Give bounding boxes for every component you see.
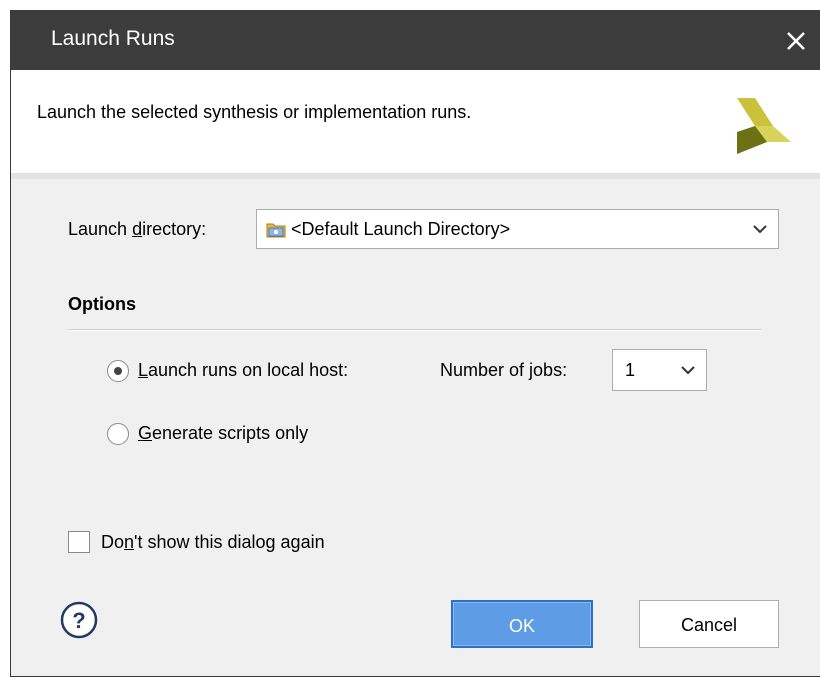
title-bar[interactable]: Launch Runs [11, 10, 820, 70]
cancel-button[interactable]: Cancel [639, 600, 779, 648]
dialog-description: Launch the selected synthesis or impleme… [37, 102, 472, 122]
svg-text:?: ? [72, 608, 85, 633]
scripts-only-radio[interactable] [107, 423, 129, 445]
launch-runs-dialog: Launch Runs Launch the selected synthesi… [10, 10, 820, 677]
dialog-body: Launch directory: <Default Launch Direct… [11, 179, 820, 676]
radio-selected-dot [114, 367, 122, 375]
number-of-jobs-label: Number of jobs: [440, 360, 568, 380]
scripts-only-label[interactable]: Generate scripts only [138, 423, 308, 444]
folder-icon [266, 221, 286, 238]
dialog-title: Launch Runs [51, 27, 175, 50]
dont-show-checkbox[interactable] [68, 531, 90, 553]
local-host-label[interactable]: Launch runs on local host: [138, 360, 348, 381]
number-of-jobs-dropdown[interactable]: 1 [612, 349, 707, 391]
dialog-header: Launch the selected synthesis or impleme… [11, 70, 820, 179]
options-divider [68, 329, 761, 331]
xilinx-logo-icon [733, 96, 793, 156]
options-heading: Options [68, 294, 136, 314]
dont-show-label[interactable]: Don't show this dialog again [101, 532, 325, 553]
help-icon[interactable]: ? [59, 600, 99, 640]
screen: Launch Runs Launch the selected synthesi… [0, 0, 820, 677]
local-host-radio[interactable] [107, 360, 129, 382]
launch-directory-value: <Default Launch Directory> [291, 219, 511, 239]
chevron-down-icon[interactable] [752, 222, 768, 236]
close-icon[interactable] [782, 23, 810, 55]
number-of-jobs-value: 1 [625, 360, 636, 380]
ok-button[interactable]: OK [451, 600, 593, 648]
chevron-down-icon[interactable] [680, 363, 696, 377]
launch-directory-label: Launch directory: [68, 219, 207, 239]
launch-directory-dropdown[interactable]: <Default Launch Directory> [256, 209, 779, 249]
